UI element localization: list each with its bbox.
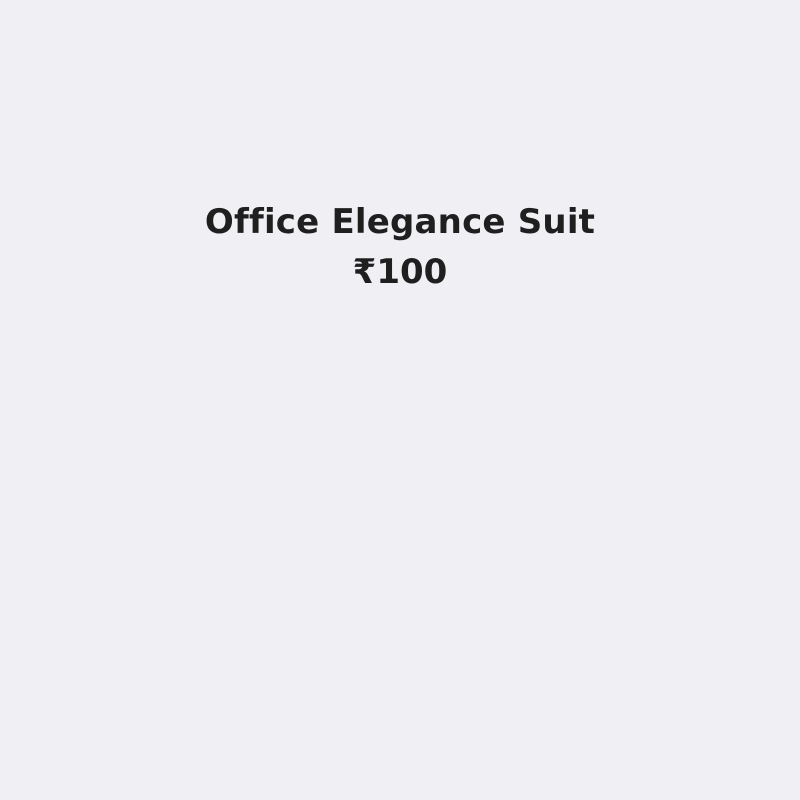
product-name: Office Elegance Suit: [204, 202, 596, 242]
product-price: ₹100: [352, 252, 448, 292]
product-card: Office Elegance Suit ₹100: [0, 199, 800, 295]
